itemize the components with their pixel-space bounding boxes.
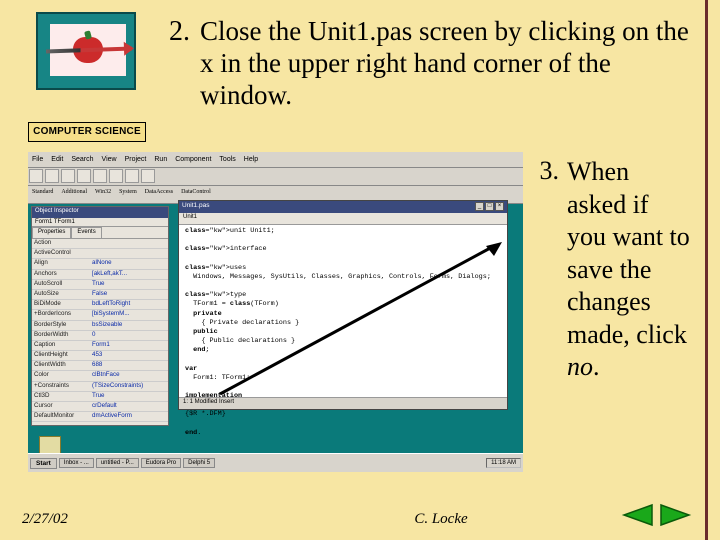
footer: 2/27/02 C. Locke xyxy=(22,511,680,528)
palette-tab[interactable]: Win32 xyxy=(92,187,114,202)
toolbar-button[interactable] xyxy=(141,169,155,183)
monitor-icon xyxy=(36,12,136,90)
step-3: 3. When asked if you want to save the ch… xyxy=(531,152,692,384)
inspector-row[interactable]: AlignalNone xyxy=(32,259,168,269)
task-item[interactable]: untitled - P... xyxy=(96,458,139,468)
code-statusbar: 1: 1 Modified Insert xyxy=(179,397,507,409)
code-window: Unit1.pas _ □ × Unit1 class="kw">unit Un… xyxy=(178,200,508,410)
computer-science-logo: COMPUTER SCIENCE xyxy=(28,12,148,142)
toolbar-button[interactable] xyxy=(77,169,91,183)
inspector-row[interactable]: Action xyxy=(32,239,168,249)
inspector-row[interactable]: AutoSizeFalse xyxy=(32,290,168,300)
toolbar-button[interactable] xyxy=(29,169,43,183)
inspector-row[interactable]: BorderStylebsSizeable xyxy=(32,321,168,331)
menu-edit[interactable]: Edit xyxy=(51,156,63,163)
menu-help[interactable]: Help xyxy=(244,156,258,163)
inspector-row[interactable]: ActiveControl xyxy=(32,249,168,259)
inspector-control[interactable]: Form1 TForm1 xyxy=(32,218,168,227)
toolbar-button[interactable] xyxy=(93,169,107,183)
footer-author: C. Locke xyxy=(202,511,680,528)
palette-tab[interactable]: Additional xyxy=(58,187,90,202)
toolbar-button[interactable] xyxy=(109,169,123,183)
inspector-row[interactable]: DefaultMonitordmActiveForm xyxy=(32,412,168,422)
inspector-row[interactable]: ClientHeight453 xyxy=(32,351,168,361)
inspector-row[interactable]: +BorderIcons[biSystemM... xyxy=(32,310,168,320)
inspector-body: ActionActiveControlAlignalNoneAnchors[ak… xyxy=(32,239,168,422)
nav-buttons xyxy=(619,500,694,530)
inspector-row[interactable]: CursorcrDefault xyxy=(32,402,168,412)
step3-text-no: no xyxy=(567,352,593,381)
prev-slide-button[interactable] xyxy=(619,500,655,530)
taskbar: Start Inbox - ... untitled - P... Eudora… xyxy=(28,453,523,472)
tab-events[interactable]: Events xyxy=(71,227,101,238)
delphi-screenshot: File Edit Search View Project Run Compon… xyxy=(28,152,523,472)
inspector-row[interactable]: ColorclBtnFace xyxy=(32,371,168,381)
step3-text-a: When asked if you want to save the chang… xyxy=(567,157,690,349)
accent-bar xyxy=(705,0,708,540)
taskbar-clock: 11:18 AM xyxy=(486,458,521,468)
menu-tools[interactable]: Tools xyxy=(219,156,235,163)
step-number: 2. xyxy=(162,16,190,48)
toolbar-button[interactable] xyxy=(125,169,139,183)
slide: COMPUTER SCIENCE 2. Close the Unit1.pas … xyxy=(0,0,720,540)
inspector-row[interactable]: AutoScrollTrue xyxy=(32,280,168,290)
menu-component[interactable]: Component xyxy=(175,156,211,163)
ide-toolbar xyxy=(28,168,523,186)
step-number: 3. xyxy=(531,156,559,384)
inspector-title: Object Inspector xyxy=(32,207,168,218)
menu-run[interactable]: Run xyxy=(154,156,167,163)
step3-text-c: . xyxy=(593,352,600,381)
tab-properties[interactable]: Properties xyxy=(32,227,71,238)
menu-file[interactable]: File xyxy=(32,156,43,163)
task-item[interactable]: Eudora Pro xyxy=(141,458,181,468)
menu-view[interactable]: View xyxy=(102,156,117,163)
start-button[interactable]: Start xyxy=(30,458,57,469)
code-title-text: Unit1.pas xyxy=(182,202,209,212)
inspector-row[interactable]: Ctl3DTrue xyxy=(32,392,168,402)
inspector-row[interactable]: ClientWidth688 xyxy=(32,361,168,371)
next-slide-button[interactable] xyxy=(658,500,694,530)
inspector-row[interactable]: +Constraints(TSizeConstraints) xyxy=(32,382,168,392)
toolbar-button[interactable] xyxy=(61,169,75,183)
logo-label: COMPUTER SCIENCE xyxy=(28,122,146,142)
top-row: COMPUTER SCIENCE 2. Close the Unit1.pas … xyxy=(28,12,692,142)
inspector-row[interactable]: BiDiModebdLeftToRight xyxy=(32,300,168,310)
inspector-row[interactable]: BorderWidth0 xyxy=(32,331,168,341)
footer-date: 2/27/02 xyxy=(22,511,202,528)
code-tab[interactable]: Unit1 xyxy=(179,213,507,225)
mid-row: File Edit Search View Project Run Compon… xyxy=(28,152,692,472)
minimize-button[interactable]: _ xyxy=(475,202,484,211)
task-item[interactable]: Delphi 5 xyxy=(183,458,215,468)
task-item[interactable]: Inbox - ... xyxy=(59,458,94,468)
step-2: 2. Close the Unit1.pas screen by clickin… xyxy=(162,12,692,112)
arrow-left-icon xyxy=(620,501,654,529)
palette-tab[interactable]: Standard xyxy=(29,187,56,202)
palette-tab[interactable]: System xyxy=(116,187,140,202)
code-titlebar: Unit1.pas _ □ × xyxy=(179,201,507,213)
close-button[interactable]: × xyxy=(495,202,504,211)
inspector-row[interactable]: Anchors[akLeft,akT... xyxy=(32,270,168,280)
step-text: Close the Unit1.pas screen by clicking o… xyxy=(200,16,692,112)
maximize-button[interactable]: □ xyxy=(485,202,494,211)
zip-file-icon xyxy=(39,436,61,454)
palette-tab[interactable]: DataAccess xyxy=(142,187,176,202)
menu-search[interactable]: Search xyxy=(71,156,93,163)
object-inspector: Object Inspector Form1 TForm1 Properties… xyxy=(31,206,169,426)
inspector-row[interactable]: CaptionForm1 xyxy=(32,341,168,351)
arrow-right-icon xyxy=(659,501,693,529)
step-text: When asked if you want to save the chang… xyxy=(567,156,692,384)
toolbar-button[interactable] xyxy=(45,169,59,183)
ide-menubar: File Edit Search View Project Run Compon… xyxy=(28,152,523,168)
menu-project[interactable]: Project xyxy=(125,156,147,163)
